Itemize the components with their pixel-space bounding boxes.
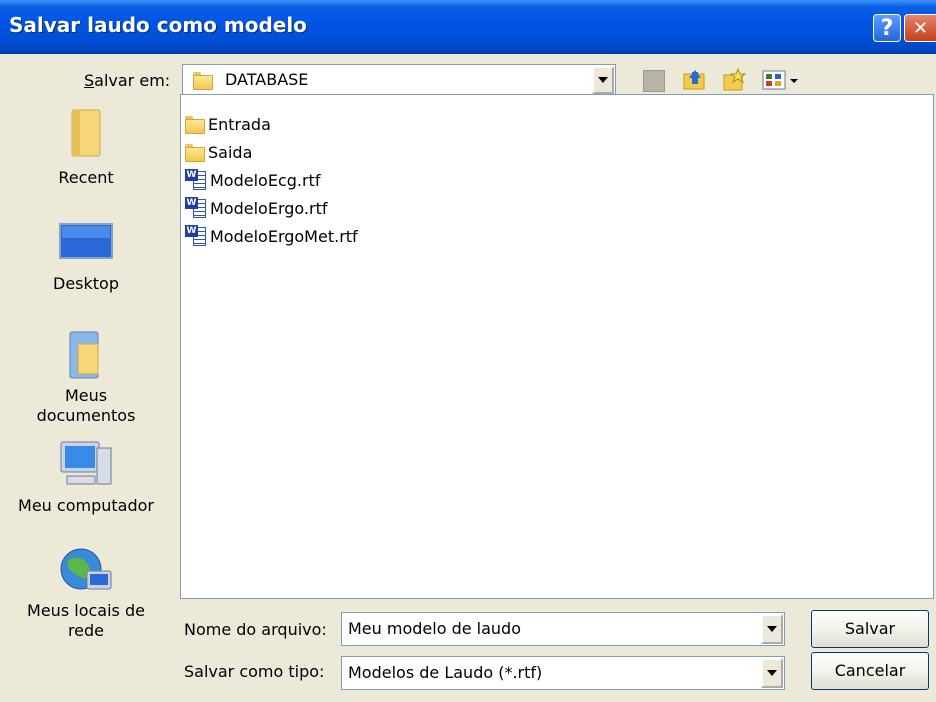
save-in-value: DATABASE [225,70,309,89]
filename-value[interactable]: Meu modelo de laudo [348,619,521,638]
file-name: Entrada [208,114,271,134]
chevron-down-icon[interactable] [761,658,783,688]
back-button[interactable] [643,70,665,92]
recent-documents-icon [71,109,101,157]
place-label-line2: rede [67,621,105,640]
place-label-line1: Meus locais de [27,601,145,620]
file-name: ModeloErgo.rtf [210,198,328,218]
place-label: Meu computador [18,496,154,515]
place-label-line1: Meus [64,386,108,405]
new-folder-button[interactable] [722,67,748,94]
chevron-down-icon[interactable] [761,614,783,644]
up-folder-button[interactable] [683,68,707,94]
filename-label: Nome do arquivo: [184,620,327,639]
list-item[interactable]: W ModeloErgoMet.rtf [185,222,358,250]
close-button[interactable]: ✕ [904,14,936,42]
save-button[interactable]: Salvar [811,610,929,648]
place-my-computer[interactable]: Meu computador [0,438,172,515]
up-folder-icon [683,70,705,90]
file-list[interactable]: Entrada Saida W ModeloEcg.rtf W ModeloEr… [180,94,934,599]
list-item[interactable]: W ModeloErgo.rtf [185,194,327,222]
list-item[interactable]: Saida [185,138,252,166]
view-menu-icon [762,70,798,90]
help-button[interactable]: ? [873,14,901,42]
filename-input[interactable]: Meu modelo de laudo [341,612,785,646]
cancel-button[interactable]: Cancelar [811,652,929,690]
word-document-icon: W [185,169,207,191]
filetype-value: Modelos de Laudo (*.rtf) [348,663,543,682]
title-bar[interactable]: Salvar laudo como modelo ? ✕ [0,0,936,54]
word-document-icon: W [185,197,207,219]
my-documents-icon [69,331,99,379]
folder-icon [185,116,205,134]
place-label-line2: documentos [36,406,136,425]
chevron-down-icon[interactable] [592,66,614,94]
save-in-dropdown[interactable]: DATABASE [182,64,616,96]
place-desktop[interactable]: Desktop [0,222,172,293]
word-document-icon: W [185,225,207,247]
file-name: ModeloErgoMet.rtf [210,226,358,246]
network-places-icon [60,548,112,590]
file-name: Saida [208,142,253,162]
folder-icon [193,72,213,90]
new-folder-icon [723,67,747,91]
my-computer-icon [60,441,112,485]
folder-icon [185,144,205,162]
file-name: ModeloEcg.rtf [210,170,321,190]
place-my-documents[interactable]: Meus documentos [0,330,172,426]
place-network[interactable]: Meus locais de rede [0,545,172,641]
help-icon: ? [880,15,894,41]
window-title: Salvar laudo como modelo [9,13,307,37]
desktop-icon [59,223,113,259]
view-menu-button[interactable] [762,68,804,94]
filetype-dropdown[interactable]: Modelos de Laudo (*.rtf) [341,656,785,690]
place-label: Desktop [53,274,119,293]
save-in-label: Salvar em: [84,71,171,90]
place-recent[interactable]: Recent [0,108,172,187]
close-icon: ✕ [912,17,929,39]
list-item[interactable]: Entrada [185,110,271,138]
filetype-label: Salvar como tipo: [184,662,325,681]
place-label: Recent [58,168,114,187]
list-item[interactable]: W ModeloEcg.rtf [185,166,320,194]
